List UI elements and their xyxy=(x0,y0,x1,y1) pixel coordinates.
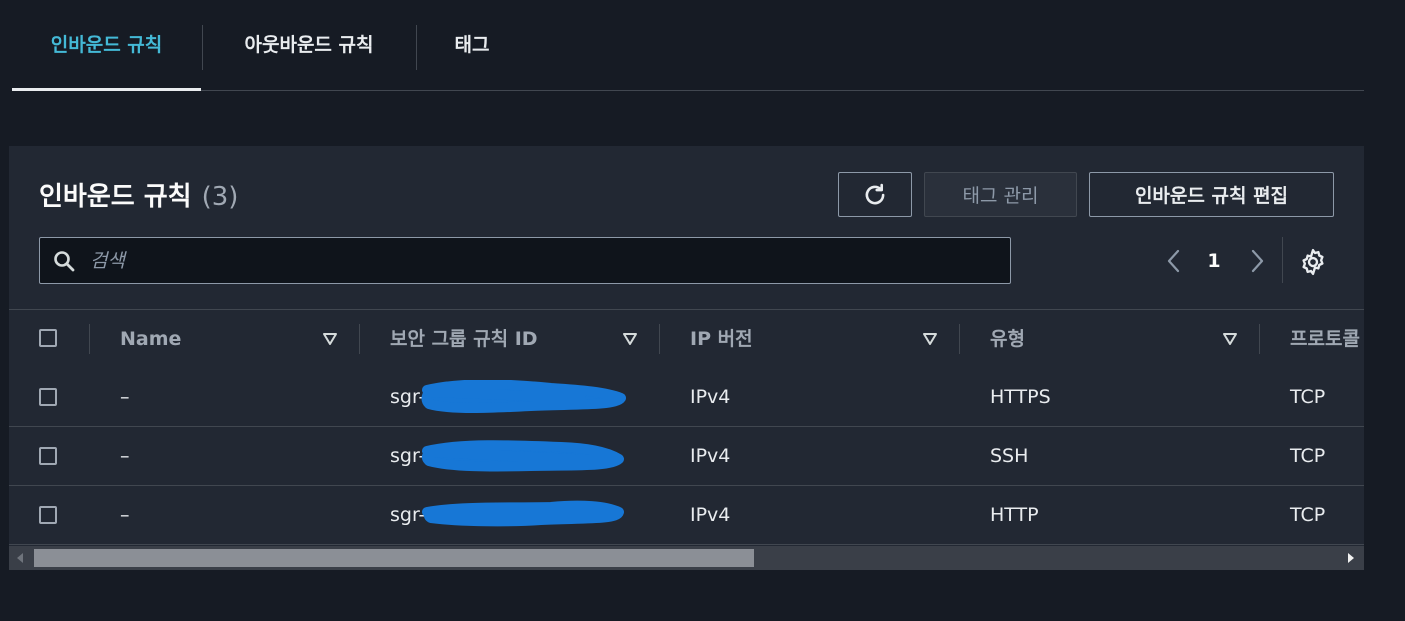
next-page-icon[interactable] xyxy=(1242,246,1272,276)
search-box xyxy=(39,237,1011,284)
gear-icon[interactable] xyxy=(1298,247,1328,277)
cell-protocol: TCP xyxy=(1290,504,1326,526)
panel-title-text: 인바운드 규칙 xyxy=(39,182,192,212)
current-page[interactable]: 1 xyxy=(1199,246,1229,276)
tab-bar: 인바운드 규칙 아웃바운드 규칙 태그 xyxy=(12,0,1364,91)
redaction-scribble xyxy=(421,380,626,413)
sort-icon[interactable] xyxy=(622,331,638,347)
table-row[interactable]: – sgr- IPv4 HTTP TCP xyxy=(9,486,1364,545)
cell-ip-version: IPv4 xyxy=(690,386,731,408)
row-checkbox[interactable] xyxy=(39,388,57,406)
cell-ip-version: IPv4 xyxy=(690,504,731,526)
redaction-scribble xyxy=(421,440,624,472)
column-header-rule-id[interactable]: 보안 그룹 규칙 ID xyxy=(390,310,538,368)
sort-icon[interactable] xyxy=(922,331,938,347)
refresh-icon xyxy=(865,183,885,204)
column-divider xyxy=(659,324,660,354)
inbound-rules-panel: 인바운드 규칙 (3) 태그 관리 인바운드 규칙 편집 1 Name 보안 그룹… xyxy=(9,146,1364,570)
cell-type: SSH xyxy=(990,445,1029,467)
scrollbar-thumb[interactable] xyxy=(34,549,754,567)
redaction-scribble xyxy=(422,500,624,527)
horizontal-scrollbar[interactable] xyxy=(9,546,1364,570)
column-header-name[interactable]: Name xyxy=(120,310,181,368)
sort-icon[interactable] xyxy=(1222,331,1238,347)
column-divider xyxy=(89,324,90,354)
column-header-ip-version[interactable]: IP 버전 xyxy=(690,310,753,368)
table-header: Name 보안 그룹 규칙 ID IP 버전 유형 프로토콜 xyxy=(9,309,1364,369)
tab-outbound-rules[interactable]: 아웃바운드 규칙 xyxy=(202,0,416,90)
column-header-type[interactable]: 유형 xyxy=(990,310,1025,368)
cell-protocol: TCP xyxy=(1290,386,1326,408)
row-checkbox[interactable] xyxy=(39,447,57,465)
tab-tags[interactable]: 태그 xyxy=(417,0,527,90)
column-header-protocol[interactable]: 프로토콜 xyxy=(1290,310,1360,368)
search-input[interactable] xyxy=(88,238,992,284)
cell-ip-version: IPv4 xyxy=(690,445,731,467)
cell-name: – xyxy=(120,504,130,526)
pager-divider xyxy=(1282,237,1283,283)
scroll-left-icon[interactable] xyxy=(17,553,23,563)
table-row[interactable]: – sgr- IPv4 HTTPS TCP xyxy=(9,368,1364,427)
column-divider xyxy=(1259,324,1260,354)
sort-icon[interactable] xyxy=(322,331,338,347)
previous-page-icon[interactable] xyxy=(1159,246,1189,276)
cell-name: – xyxy=(120,386,130,408)
cell-name: – xyxy=(120,445,130,467)
scroll-right-icon[interactable] xyxy=(1348,553,1354,563)
column-divider xyxy=(359,324,360,354)
manage-tags-button: 태그 관리 xyxy=(924,172,1077,217)
search-icon xyxy=(54,251,75,272)
edit-inbound-rules-button[interactable]: 인바운드 규칙 편집 xyxy=(1089,172,1334,217)
cell-type: HTTPS xyxy=(990,386,1051,408)
select-all-checkbox[interactable] xyxy=(39,329,57,347)
row-checkbox[interactable] xyxy=(39,506,57,524)
cell-protocol: TCP xyxy=(1290,445,1326,467)
cell-type: HTTP xyxy=(990,504,1039,526)
panel-title: 인바운드 규칙 (3) xyxy=(39,176,238,213)
table-row[interactable]: – sgr- IPv4 SSH TCP xyxy=(9,427,1364,486)
tab-inbound-rules[interactable]: 인바운드 규칙 xyxy=(12,0,201,91)
rule-count: (3) xyxy=(201,182,239,212)
column-divider xyxy=(959,324,960,354)
refresh-button[interactable] xyxy=(838,172,912,217)
